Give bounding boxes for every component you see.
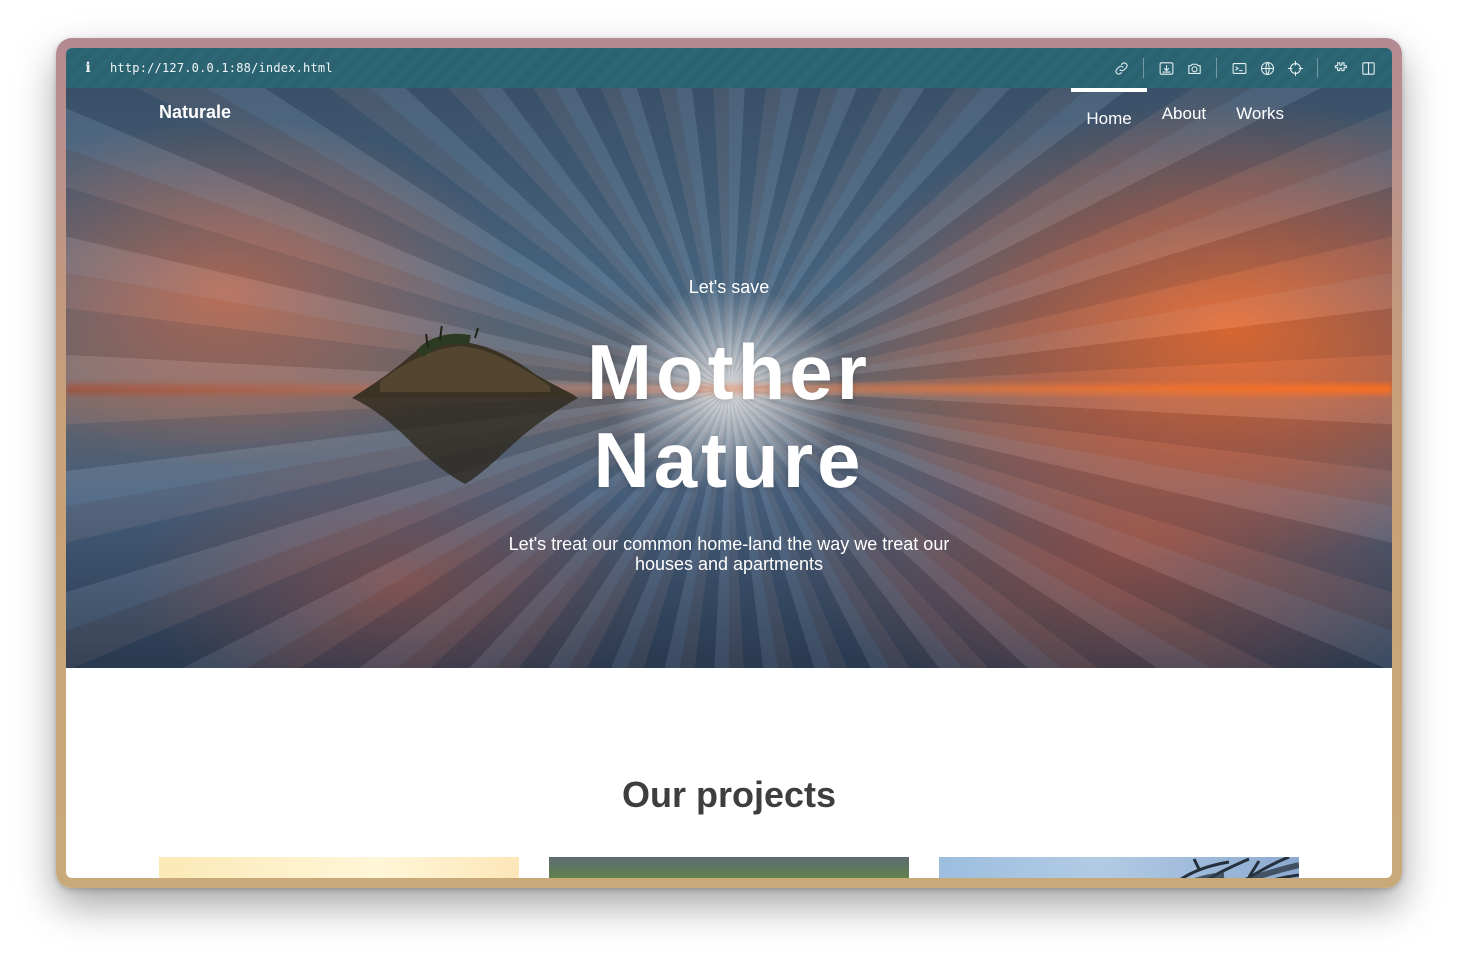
browser-toolbar (1107, 54, 1392, 82)
terminal-icon[interactable] (1225, 54, 1253, 82)
address-bar: i http://127.0.0.1:88/index.html (66, 48, 1392, 88)
url-field[interactable]: http://127.0.0.1:88/index.html (110, 61, 333, 75)
browser-window: i http://127.0.0.1:88/index.html Natural… (56, 38, 1402, 888)
extensions-icon[interactable] (1326, 54, 1354, 82)
toolbar-divider (1216, 58, 1217, 78)
project-card[interactable] (939, 857, 1299, 878)
project-card[interactable] (549, 857, 909, 878)
info-icon[interactable]: i (66, 60, 110, 76)
hero-title-line1: Mother (587, 328, 871, 416)
brand-logo[interactable]: Naturale (159, 102, 231, 123)
globe-icon[interactable] (1253, 54, 1281, 82)
hero-title-line2: Nature (593, 416, 865, 504)
nav-item-home[interactable]: Home (1071, 88, 1147, 132)
toolbar-divider (1143, 58, 1144, 78)
main-nav: Home About Works (1071, 88, 1299, 132)
link-icon[interactable] (1107, 54, 1135, 82)
hero-subtitle-line1: Let's treat our common home-land the way… (508, 534, 950, 554)
tree-branches-image (1180, 857, 1299, 878)
hero-section: Naturale Home About Works Let's save Mot… (66, 88, 1392, 668)
hero-subtitle-line2: houses and apartments (634, 554, 824, 574)
hero-subtitle: Let's treat our common home-land the way… (66, 534, 1392, 574)
nav-item-about[interactable]: About (1147, 88, 1221, 132)
download-icon[interactable] (1152, 54, 1180, 82)
nav-item-works[interactable]: Works (1221, 88, 1299, 132)
split-view-icon[interactable] (1354, 54, 1382, 82)
toolbar-divider (1317, 58, 1318, 78)
hero-pretitle: Let's save (688, 277, 770, 297)
project-card[interactable] (159, 857, 519, 878)
hero-title: Mother Nature (66, 328, 1392, 504)
crosshair-icon[interactable] (1281, 54, 1309, 82)
projects-heading: Our projects (621, 774, 837, 815)
browser-viewport: i http://127.0.0.1:88/index.html Natural… (66, 48, 1392, 878)
camera-icon[interactable] (1180, 54, 1208, 82)
